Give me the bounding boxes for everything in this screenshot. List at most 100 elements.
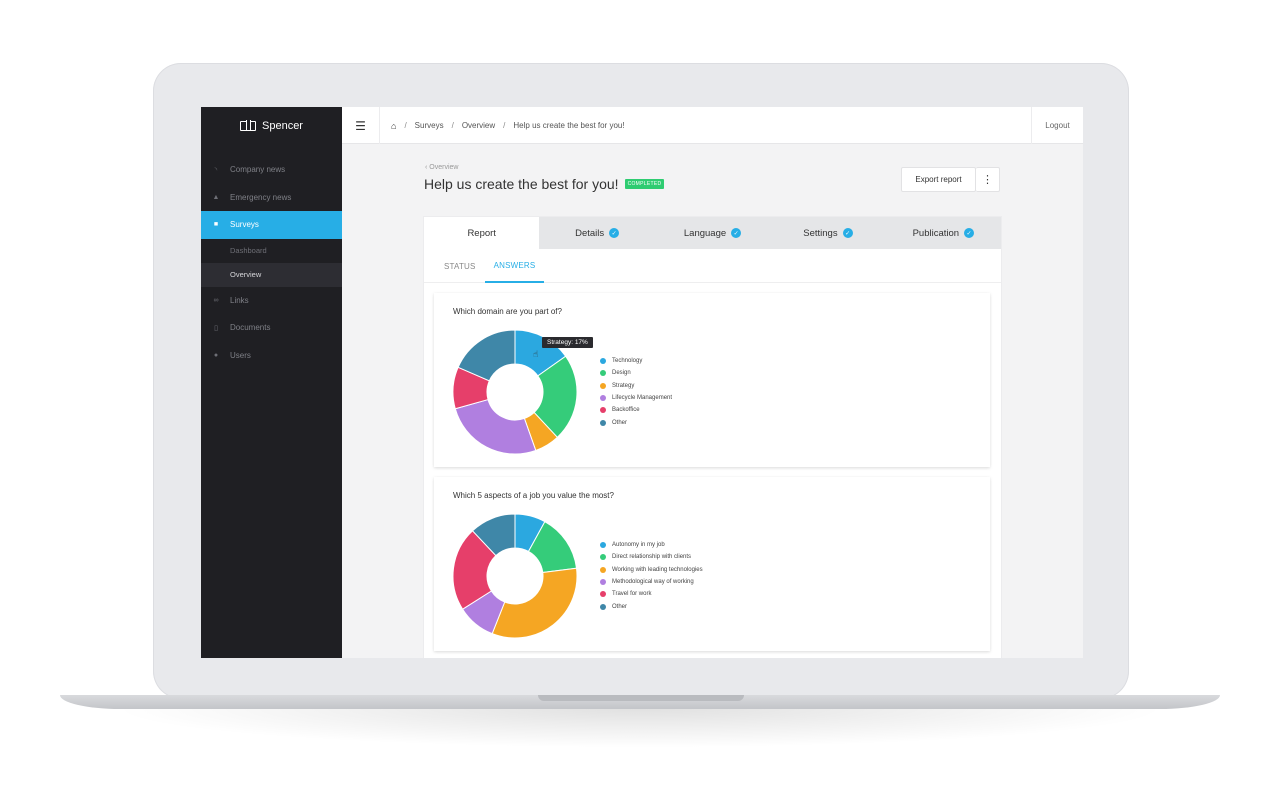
logout-button[interactable]: Logout xyxy=(1031,107,1083,144)
check-icon: ✓ xyxy=(842,228,853,238)
donut-slice-lifecycle-management[interactable] xyxy=(454,398,537,455)
back-link[interactable]: ‹ Overview xyxy=(425,164,458,171)
legend-item[interactable]: Backoffice xyxy=(600,404,672,416)
breadcrumb: ⌂ / Surveys / Overview / Help us create … xyxy=(391,107,625,144)
page-title-text: Help us create the best for you! xyxy=(424,176,619,192)
legend-swatch xyxy=(600,566,606,573)
laptop-notch xyxy=(538,695,744,701)
legend-label: Lifecycle Management xyxy=(612,395,673,402)
back-link-label: Overview xyxy=(429,164,459,171)
subtab-bar: STATUS ANSWERS xyxy=(424,249,1001,283)
more-options-icon[interactable]: ⋮ xyxy=(976,167,1000,192)
legend-item[interactable]: Travel for work xyxy=(600,588,703,600)
tab-label: Publication xyxy=(912,227,960,239)
tab-label: Report xyxy=(467,227,496,239)
brand[interactable]: Spencer xyxy=(201,107,342,145)
legend-item[interactable]: Technology xyxy=(600,355,672,367)
legend-swatch xyxy=(600,395,606,402)
sidebar-item-surveys[interactable]: ■ Surveys xyxy=(201,211,342,239)
legend-item[interactable]: Lifecycle Management xyxy=(600,392,672,404)
pointer-cursor-icon: ☝ xyxy=(533,349,539,359)
legend-item[interactable]: Working with leading technologies xyxy=(600,564,703,576)
top-bar: ☰ ⌂ / Surveys / Overview / Help us creat… xyxy=(342,107,1083,144)
breadcrumb-separator: / xyxy=(451,121,454,130)
legend-item[interactable]: Strategy xyxy=(600,380,672,392)
app-screen: Spencer ◝ Company news ▲ Emergency news … xyxy=(201,107,1083,658)
legend-label: Design xyxy=(612,370,631,377)
sidebar-nav: ◝ Company news ▲ Emergency news ■ Survey… xyxy=(201,156,342,369)
subtab-answers[interactable]: ANSWERS xyxy=(484,249,545,283)
legend-item[interactable]: Design xyxy=(600,367,672,379)
tab-bar: Report Details ✓ Language ✓ Settings ✓ P… xyxy=(424,217,1001,249)
tab-label: Language xyxy=(683,227,727,239)
legend-label: Travel for work xyxy=(612,591,652,598)
report-panel: Report Details ✓ Language ✓ Settings ✓ P… xyxy=(424,217,1001,658)
legend-swatch xyxy=(600,407,606,414)
sidebar-item-emergency-news[interactable]: ▲ Emergency news xyxy=(201,184,342,212)
sidebar-item-label: Surveys xyxy=(230,220,259,230)
check-icon: ✓ xyxy=(964,228,975,238)
legend-item[interactable]: Other xyxy=(600,600,703,612)
legend-label: Autonomy in my job xyxy=(612,542,665,549)
legend-item[interactable]: Direct relationship with clients xyxy=(600,551,703,563)
survey-icon: ■ xyxy=(213,221,219,229)
legend-swatch xyxy=(600,358,606,365)
tab-settings[interactable]: Settings ✓ xyxy=(770,217,885,249)
sidebar-subitem-overview[interactable]: Overview xyxy=(201,262,342,287)
sidebar-item-label: Users xyxy=(230,350,251,360)
menu-icon[interactable]: ☰ xyxy=(342,107,380,144)
sidebar-item-label: Links xyxy=(230,295,249,305)
tab-publication[interactable]: Publication ✓ xyxy=(886,217,1001,249)
tab-label: Settings xyxy=(803,227,838,239)
question-card: Which domain are you part of? Technology… xyxy=(434,293,990,467)
legend-swatch xyxy=(600,419,606,426)
brand-name: Spencer xyxy=(262,120,303,132)
sidebar-item-label: Emergency news xyxy=(230,192,292,202)
breadcrumb-surveys[interactable]: Surveys xyxy=(415,121,444,130)
legend-label: Technology xyxy=(612,358,643,365)
check-icon: ✓ xyxy=(731,228,742,238)
legend-label: Direct relationship with clients xyxy=(612,554,692,561)
breadcrumb-current: Help us create the best for you! xyxy=(513,121,625,130)
link-icon: ∞ xyxy=(213,296,219,304)
document-icon: ▯ xyxy=(214,324,218,332)
chart-tooltip: Strategy: 17% xyxy=(542,337,593,348)
donut-slice-working-with-leading-technologies[interactable] xyxy=(491,567,578,639)
sidebar-item-label: Company news xyxy=(230,165,286,175)
sidebar-item-users[interactable]: ● Users xyxy=(201,342,342,370)
export-report-button[interactable]: Export report xyxy=(901,167,976,192)
legend-swatch xyxy=(600,591,606,598)
question-card: Which 5 aspects of a job you value the m… xyxy=(434,477,990,651)
subtab-status[interactable]: STATUS xyxy=(435,249,485,283)
chart-legend: Autonomy in my job Direct relationship wi… xyxy=(600,539,703,613)
page-title: Help us create the best for you! COMPLET… xyxy=(424,176,665,192)
sidebar: Spencer ◝ Company news ▲ Emergency news … xyxy=(201,107,342,658)
tab-label: Details xyxy=(575,227,605,239)
tab-details[interactable]: Details ✓ xyxy=(539,217,654,249)
check-icon: ✓ xyxy=(609,228,620,238)
breadcrumb-overview[interactable]: Overview xyxy=(462,121,495,130)
breadcrumb-separator: / xyxy=(404,121,407,130)
legend-label: Other xyxy=(612,419,628,426)
sidebar-subitem-dashboard[interactable]: Dashboard xyxy=(201,238,342,263)
legend-swatch xyxy=(600,370,606,377)
book-logo-icon xyxy=(240,120,256,131)
sidebar-item-links[interactable]: ∞ Links xyxy=(201,287,342,315)
users-icon: ● xyxy=(213,351,219,359)
legend-item[interactable]: Autonomy in my job xyxy=(600,539,703,551)
sidebar-item-company-news[interactable]: ◝ Company news xyxy=(201,156,342,184)
tab-language[interactable]: Language ✓ xyxy=(655,217,770,249)
bell-icon: ▲ xyxy=(212,193,220,201)
home-icon[interactable]: ⌂ xyxy=(391,121,396,131)
sidebar-item-documents[interactable]: ▯ Documents xyxy=(201,314,342,342)
legend-label: Backoffice xyxy=(612,407,640,414)
legend-label: Methodological way of working xyxy=(612,579,694,586)
legend-item[interactable]: Methodological way of working xyxy=(600,576,703,588)
legend-swatch xyxy=(600,579,606,586)
legend-swatch xyxy=(600,382,606,389)
legend-item[interactable]: Other xyxy=(600,416,672,428)
sidebar-item-label: Documents xyxy=(230,323,271,333)
tab-report[interactable]: Report xyxy=(424,217,540,249)
chart-legend: Technology Design Strategy Lifecycle Manage… xyxy=(600,355,672,429)
rss-icon: ◝ xyxy=(214,166,218,174)
